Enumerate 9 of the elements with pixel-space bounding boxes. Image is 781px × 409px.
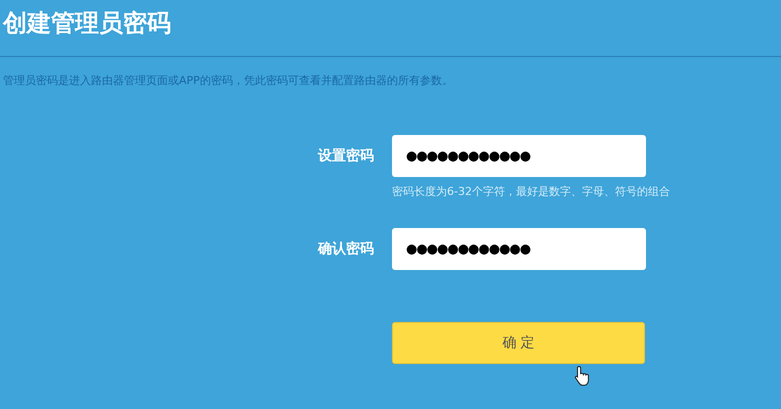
hint-text: 密码长度为6-32个字符，最好是数字、字母、符号的组合 [392, 185, 670, 199]
field-label: 确认密码 [318, 240, 374, 258]
hand-cursor-icon [574, 365, 591, 387]
password-field[interactable]: ●●●●●●●●●●●● [392, 228, 646, 270]
confirm-button[interactable]: 确 定 [392, 322, 645, 364]
field-label: 设置密码 [318, 147, 374, 165]
page-title: 创建管理员密码 [2, 8, 171, 39]
password-field[interactable]: ●●●●●●●●●●●● [392, 135, 646, 177]
description-text: 管理员密码是进入路由器管理页面或APP的密码，凭此密码可查看并配置路由器的所有参数。 [3, 74, 453, 88]
